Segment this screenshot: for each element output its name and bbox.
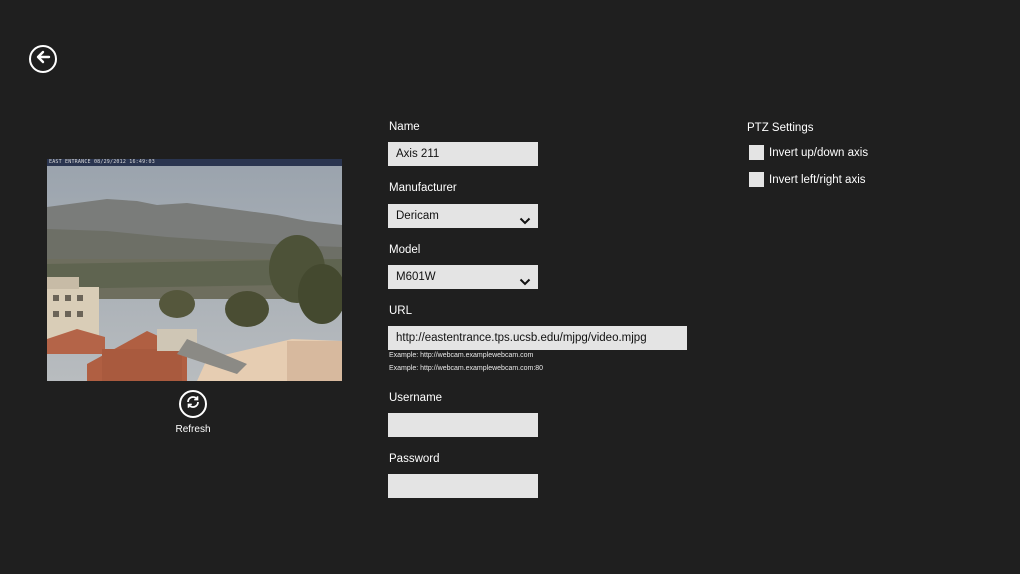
url-field[interactable]: http://eastentrance.tps.ucsb.edu/mjpg/vi… [388, 326, 687, 350]
refresh-label: Refresh [175, 424, 211, 435]
name-field[interactable]: Axis 211 [388, 142, 538, 166]
invert-updown-checkbox[interactable] [749, 145, 764, 160]
model-label: Model [389, 244, 421, 256]
refresh-icon [185, 394, 201, 415]
ptz-settings-title: PTZ Settings [747, 122, 814, 134]
chevron-down-icon [519, 272, 531, 286]
camera-timestamp-overlay: EAST ENTRANCE 08/29/2012 16:49:03 [49, 159, 155, 165]
username-label: Username [389, 392, 443, 404]
invert-leftright-option[interactable]: Invert left/right axis [749, 172, 866, 187]
model-selected-value: M601W [396, 271, 436, 283]
url-example-2: Example: http://webcam.examplewebcam.com… [389, 365, 544, 372]
manufacturer-select[interactable]: Dericam [388, 204, 538, 228]
camera-preview: EAST ENTRANCE 08/29/2012 16:49:03 [47, 159, 342, 381]
camera-settings-page: EAST ENTRANCE 08/29/2012 16:49:03 Refres… [0, 0, 1020, 574]
invert-updown-label: Invert up/down axis [769, 146, 869, 159]
manufacturer-label: Manufacturer [389, 182, 457, 194]
url-example-1: Example: http://webcam.examplewebcam.com [389, 352, 534, 359]
password-field[interactable] [388, 474, 538, 498]
name-label: Name [389, 121, 420, 133]
chevron-down-icon [519, 211, 531, 225]
back-button[interactable] [29, 45, 57, 73]
password-label: Password [389, 453, 440, 465]
back-arrow-icon [34, 48, 52, 71]
refresh-button[interactable] [179, 390, 207, 418]
model-select[interactable]: M601W [388, 265, 538, 289]
invert-updown-option[interactable]: Invert up/down axis [749, 145, 868, 160]
camera-preview-image [47, 159, 342, 381]
username-field[interactable] [388, 413, 538, 437]
manufacturer-selected-value: Dericam [396, 210, 439, 222]
url-label: URL [389, 305, 413, 317]
invert-leftright-label: Invert left/right axis [769, 173, 866, 186]
invert-leftright-checkbox[interactable] [749, 172, 764, 187]
